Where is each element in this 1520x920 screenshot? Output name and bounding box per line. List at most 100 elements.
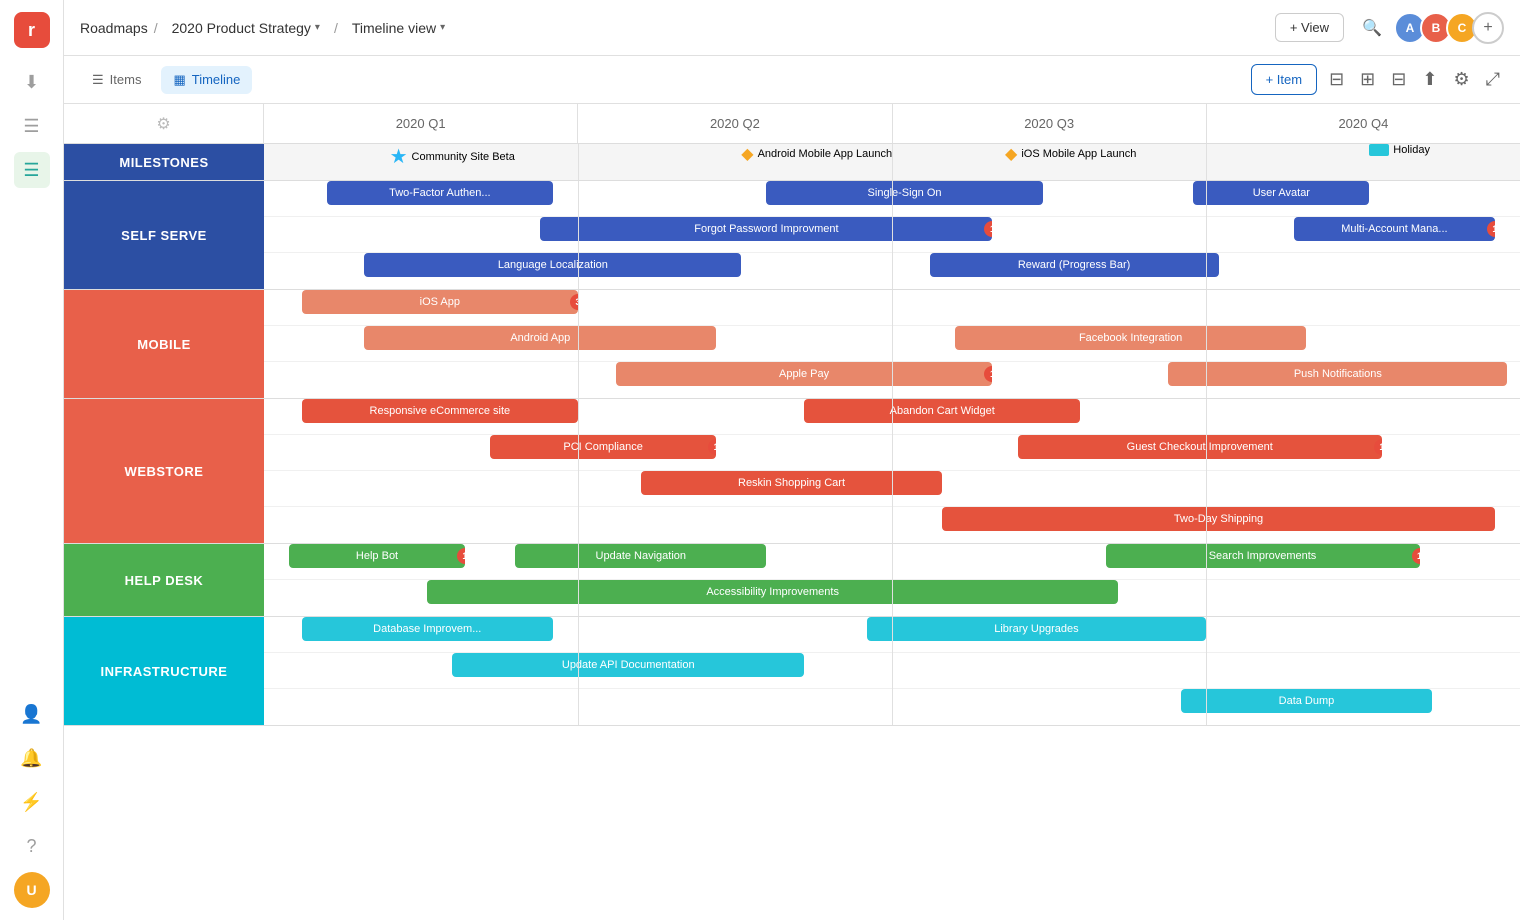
breadcrumb-product-strategy[interactable]: 2020 Product Strategy ▾ — [164, 16, 328, 40]
help-desk-section: HELP DESK Help Bot 1 Update Navigation S… — [64, 544, 1520, 617]
infrastructure-section: INFRASTRUCTURE Database Improvem... Libr… — [64, 617, 1520, 726]
responsive-ecommerce-bar[interactable]: Responsive eCommerce site — [302, 399, 578, 423]
timeline-settings-icon[interactable]: ⚙ — [156, 114, 170, 134]
toolbar-right-icons: ⊟ ⊞ ⊟ ⬆ ⚙ ⤢ — [1325, 65, 1504, 94]
holiday-label: Holiday — [1393, 144, 1430, 156]
sidebar-icon-roadmap[interactable]: ☰ — [14, 152, 50, 188]
infrastructure-label: INFRASTRUCTURE — [64, 617, 264, 725]
mobile-rows: iOS App 3 Android App Facebook Integrati… — [264, 290, 1520, 398]
filter-icon[interactable]: ⊟ — [1325, 65, 1348, 94]
quarter-q4: 2020 Q4 — [1207, 104, 1520, 143]
webstore-label: WEBSTORE — [64, 399, 264, 543]
add-member-button[interactable]: + — [1472, 12, 1504, 44]
community-site-label: Community Site Beta — [412, 151, 515, 163]
self-serve-label: SELF SERVE — [64, 181, 264, 289]
main-content: Roadmaps / 2020 Product Strategy ▾ / Tim… — [64, 0, 1520, 920]
search-improvements-bar[interactable]: Search Improvements 1 — [1106, 544, 1420, 568]
grid-icon[interactable]: ⊟ — [1387, 65, 1410, 94]
chevron-down-icon-2: ▾ — [440, 22, 445, 33]
badge-help-bot: 1 — [457, 548, 465, 564]
tab-timeline[interactable]: ▦ Timeline — [161, 66, 252, 94]
sidebar-icon-download[interactable]: ⬇ — [14, 64, 50, 100]
breadcrumb-sep-1: / — [154, 20, 158, 36]
quarter-q1: 2020 Q1 — [264, 104, 578, 143]
timeline-icon: ▦ — [173, 72, 185, 88]
user-avatar[interactable]: U — [14, 872, 50, 908]
diamond-icon-android: ◆ — [741, 144, 753, 164]
mobile-label: MOBILE — [64, 290, 264, 398]
settings-icon[interactable]: ⚙ — [1449, 65, 1473, 94]
apple-pay-bar[interactable]: Apple Pay 1 — [616, 362, 993, 386]
milestones-rows: ★ Community Site Beta ◆ Android Mobile A… — [264, 144, 1520, 180]
add-item-button[interactable]: + Item — [1251, 64, 1318, 95]
badge-guest-checkout: 1 — [1374, 439, 1382, 455]
export-icon[interactable]: ⬆ — [1418, 65, 1441, 94]
breadcrumb-sep-2: / — [334, 20, 338, 36]
multi-account-bar[interactable]: Multi-Account Mana... 1 — [1294, 217, 1495, 241]
badge-ios-app: 3 — [570, 294, 578, 310]
guest-checkout-bar[interactable]: Guest Checkout Improvement 1 — [1018, 435, 1382, 459]
badge-apple-pay: 1 — [984, 366, 992, 382]
push-notifications-bar[interactable]: Push Notifications — [1168, 362, 1507, 386]
single-sign-on-bar[interactable]: Single-Sign On — [766, 181, 1042, 205]
webstore-rows: Responsive eCommerce site Abandon Cart W… — [264, 399, 1520, 543]
milestone-community-site[interactable]: ★ Community Site Beta — [390, 144, 515, 169]
group-icon[interactable]: ⊞ — [1356, 65, 1379, 94]
android-app-bar[interactable]: Android App — [364, 326, 716, 350]
search-icon[interactable]: 🔍 — [1356, 12, 1388, 44]
help-desk-label: HELP DESK — [64, 544, 264, 616]
ios-app-bar[interactable]: iOS App 3 — [302, 290, 578, 314]
sidebar-icon-bolt[interactable]: ⚡ — [14, 784, 50, 820]
sidebar-icon-help[interactable]: ? — [14, 828, 50, 864]
update-api-docs-bar[interactable]: Update API Documentation — [452, 653, 804, 677]
badge-multi-account: 1 — [1487, 221, 1495, 237]
badge-pci: 1 — [708, 439, 716, 455]
two-day-shipping-bar[interactable]: Two-Day Shipping — [942, 507, 1495, 531]
tab-items[interactable]: ☰ Items — [80, 66, 153, 94]
sidebar-icon-contact[interactable]: 👤 — [14, 696, 50, 732]
abandon-cart-bar[interactable]: Abandon Cart Widget — [804, 399, 1080, 423]
chevron-down-icon: ▾ — [315, 22, 320, 33]
facebook-integration-bar[interactable]: Facebook Integration — [955, 326, 1307, 350]
milestone-ios[interactable]: ◆ iOS Mobile App Launch — [1005, 144, 1136, 164]
user-avatar-bar[interactable]: User Avatar — [1193, 181, 1369, 205]
breadcrumb: Roadmaps / 2020 Product Strategy ▾ / Tim… — [80, 16, 453, 40]
help-bot-bar[interactable]: Help Bot 1 — [289, 544, 465, 568]
milestone-holiday[interactable]: Holiday — [1369, 144, 1430, 156]
language-localization-bar[interactable]: Language Localization — [364, 253, 741, 277]
rect-icon — [1369, 144, 1389, 156]
timeline-container: ⚙ 2020 Q1 2020 Q2 2020 Q3 2020 Q4 MILEST… — [64, 104, 1520, 920]
milestones-label: MILESTONES — [64, 144, 264, 180]
star-icon: ★ — [390, 144, 408, 169]
update-navigation-bar[interactable]: Update Navigation — [515, 544, 766, 568]
two-factor-bar[interactable]: Two-Factor Authen... — [327, 181, 553, 205]
app-logo[interactable]: r — [14, 12, 50, 48]
infrastructure-rows: Database Improvem... Library Upgrades Up… — [264, 617, 1520, 725]
self-serve-rows: Two-Factor Authen... Single-Sign On User… — [264, 181, 1520, 289]
pci-compliance-bar[interactable]: PCI Compliance 1 — [490, 435, 716, 459]
reskin-shopping-cart-bar[interactable]: Reskin Shopping Cart — [641, 471, 942, 495]
breadcrumb-roadmaps[interactable]: Roadmaps — [80, 20, 148, 36]
milestone-android[interactable]: ◆ Android Mobile App Launch — [741, 144, 892, 164]
top-header: Roadmaps / 2020 Product Strategy ▾ / Tim… — [64, 0, 1520, 56]
sidebar-icon-bell[interactable]: 🔔 — [14, 740, 50, 776]
view-button[interactable]: + View — [1275, 13, 1344, 42]
data-dump-bar[interactable]: Data Dump — [1181, 689, 1432, 713]
android-launch-label: Android Mobile App Launch — [758, 148, 893, 160]
expand-icon[interactable]: ⤢ — [1482, 65, 1504, 94]
ios-launch-label: iOS Mobile App Launch — [1021, 148, 1136, 160]
toolbar: ☰ Items ▦ Timeline + Item ⊟ ⊞ ⊟ ⬆ ⚙ ⤢ — [64, 56, 1520, 104]
library-upgrades-bar[interactable]: Library Upgrades — [867, 617, 1206, 641]
badge-forgot-password: 1 — [984, 221, 992, 237]
sidebar-icon-list[interactable]: ☰ — [14, 108, 50, 144]
quarter-q3: 2020 Q3 — [893, 104, 1207, 143]
forgot-password-bar[interactable]: Forgot Password Improvment 1 — [540, 217, 992, 241]
accessibility-improvements-bar[interactable]: Accessibility Improvements — [427, 580, 1118, 604]
mobile-section: MOBILE iOS App 3 Android App — [64, 290, 1520, 399]
breadcrumb-timeline-view[interactable]: Timeline view ▾ — [344, 16, 453, 40]
database-improvements-bar[interactable]: Database Improvem... — [302, 617, 553, 641]
webstore-section: WEBSTORE Responsive eCommerce site Aband… — [64, 399, 1520, 544]
list-icon: ☰ — [92, 72, 104, 88]
help-desk-rows: Help Bot 1 Update Navigation Search Impr… — [264, 544, 1520, 616]
reward-progress-bar[interactable]: Reward (Progress Bar) — [930, 253, 1219, 277]
